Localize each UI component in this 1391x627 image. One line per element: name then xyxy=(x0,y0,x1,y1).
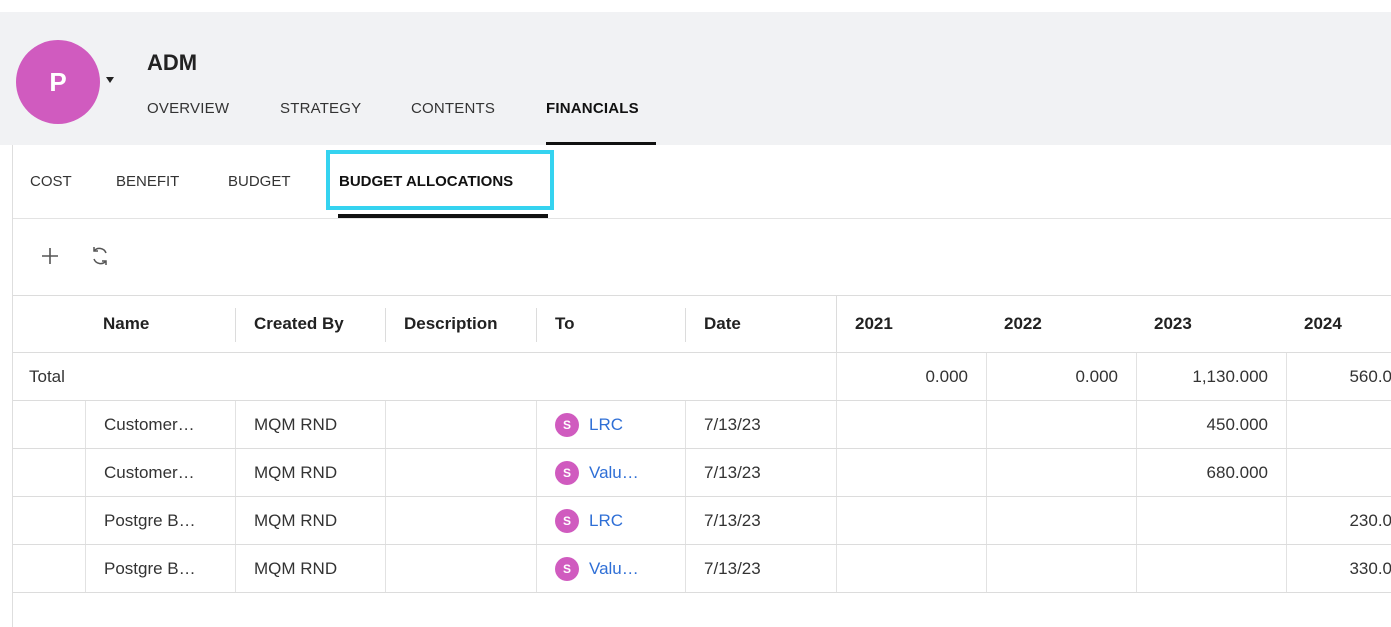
col-2022[interactable]: 2022 xyxy=(986,296,1136,352)
tab-overview[interactable]: OVERVIEW xyxy=(147,100,229,117)
cell-created-by: MQM RND xyxy=(235,497,385,544)
table-row[interactable]: Postgre B… MQM RND S LRC 7/13/23 230.0 xyxy=(13,497,1391,545)
to-link[interactable]: LRC xyxy=(589,511,623,531)
active-subtab-indicator xyxy=(338,214,548,218)
cell-2021 xyxy=(836,449,986,496)
cell-date: 7/13/23 xyxy=(685,401,836,448)
tab-financials[interactable]: FINANCIALS xyxy=(546,100,639,117)
financials-panel: COST BENEFIT BUDGET BUDGET ALLOCATIONS N… xyxy=(12,145,1391,627)
col-name[interactable]: Name xyxy=(85,296,235,352)
table-total-row: Total 0.000 0.000 1,130.000 560.0 xyxy=(13,353,1391,401)
strategy-badge-icon: S xyxy=(555,460,579,485)
total-2022: 0.000 xyxy=(986,353,1136,400)
cell-date: 7/13/23 xyxy=(685,449,836,496)
tab-contents[interactable]: CONTENTS xyxy=(411,100,495,117)
plus-icon[interactable] xyxy=(37,243,63,269)
tab-strategy[interactable]: STRATEGY xyxy=(280,100,361,117)
to-link[interactable]: LRC xyxy=(589,415,623,435)
table-header-row: Name Created By Description To Date 2021… xyxy=(13,295,1391,354)
sub-tab-bar: COST BENEFIT BUDGET BUDGET ALLOCATIONS xyxy=(13,145,1391,219)
cell-2021 xyxy=(836,401,986,448)
subtab-cost[interactable]: COST xyxy=(30,173,72,190)
subtab-benefit[interactable]: BENEFIT xyxy=(116,173,179,190)
strategy-badge-icon: S xyxy=(555,412,579,437)
cell-to[interactable]: S LRC xyxy=(536,401,685,448)
col-description[interactable]: Description xyxy=(386,296,536,352)
cell-created-by: MQM RND xyxy=(235,545,385,592)
row-spacer xyxy=(13,497,85,544)
cell-description xyxy=(385,497,536,544)
cell-2024: 230.0 xyxy=(1286,497,1391,544)
cell-2022 xyxy=(986,449,1136,496)
col-created-by[interactable]: Created By xyxy=(236,296,385,352)
table-row[interactable]: Customer… MQM RND S Valu… 7/13/23 680.00… xyxy=(13,449,1391,497)
cell-2023 xyxy=(1136,497,1286,544)
subtab-budget[interactable]: BUDGET xyxy=(228,173,291,190)
row-spacer xyxy=(13,449,85,496)
cell-description xyxy=(385,401,536,448)
cell-to[interactable]: S Valu… xyxy=(536,449,685,496)
cell-2022 xyxy=(986,545,1136,592)
cell-to[interactable]: S LRC xyxy=(536,497,685,544)
to-link[interactable]: Valu… xyxy=(589,463,639,483)
cell-2023: 680.000 xyxy=(1136,449,1286,496)
cell-2024 xyxy=(1286,449,1391,496)
strategy-badge-icon: S xyxy=(555,556,579,581)
refresh-icon[interactable] xyxy=(87,243,113,269)
strategy-badge-icon: S xyxy=(555,508,579,533)
cell-2022 xyxy=(986,401,1136,448)
col-date[interactable]: Date xyxy=(686,296,836,352)
cell-name[interactable]: Customer… xyxy=(85,449,235,496)
project-header: P ADM OVERVIEW STRATEGY CONTENTS FINANCI… xyxy=(0,12,1391,146)
avatar-dropdown-icon[interactable] xyxy=(106,77,114,83)
cell-2021 xyxy=(836,497,986,544)
total-2023: 1,130.000 xyxy=(1136,353,1286,400)
table-row[interactable]: Customer… MQM RND S LRC 7/13/23 450.000 xyxy=(13,401,1391,449)
cell-created-by: MQM RND xyxy=(235,449,385,496)
total-2024: 560.0 xyxy=(1286,353,1391,400)
cell-description xyxy=(385,545,536,592)
cell-2023: 450.000 xyxy=(1136,401,1286,448)
row-spacer xyxy=(13,401,85,448)
cell-name[interactable]: Postgre B… xyxy=(85,497,235,544)
cell-2024: 330.0 xyxy=(1286,545,1391,592)
col-2024[interactable]: 2024 xyxy=(1286,296,1391,352)
project-avatar[interactable]: P xyxy=(16,40,100,124)
row-spacer xyxy=(13,545,85,592)
cell-2024 xyxy=(1286,401,1391,448)
to-link[interactable]: Valu… xyxy=(589,559,639,579)
cell-description xyxy=(385,449,536,496)
project-title: ADM xyxy=(147,50,198,75)
cell-created-by: MQM RND xyxy=(235,401,385,448)
cell-2021 xyxy=(836,545,986,592)
cell-date: 7/13/23 xyxy=(685,497,836,544)
col-to[interactable]: To xyxy=(537,296,685,352)
table-row[interactable]: Postgre B… MQM RND S Valu… 7/13/23 330.0 xyxy=(13,545,1391,593)
subtab-highlight-box xyxy=(326,150,554,210)
col-2021[interactable]: 2021 xyxy=(837,296,986,352)
cell-name[interactable]: Postgre B… xyxy=(85,545,235,592)
cell-2022 xyxy=(986,497,1136,544)
cell-date: 7/13/23 xyxy=(685,545,836,592)
cell-to[interactable]: S Valu… xyxy=(536,545,685,592)
total-label: Total xyxy=(29,366,65,386)
total-2021: 0.000 xyxy=(836,353,986,400)
cell-name[interactable]: Customer… xyxy=(85,401,235,448)
col-2023[interactable]: 2023 xyxy=(1136,296,1286,352)
cell-2023 xyxy=(1136,545,1286,592)
